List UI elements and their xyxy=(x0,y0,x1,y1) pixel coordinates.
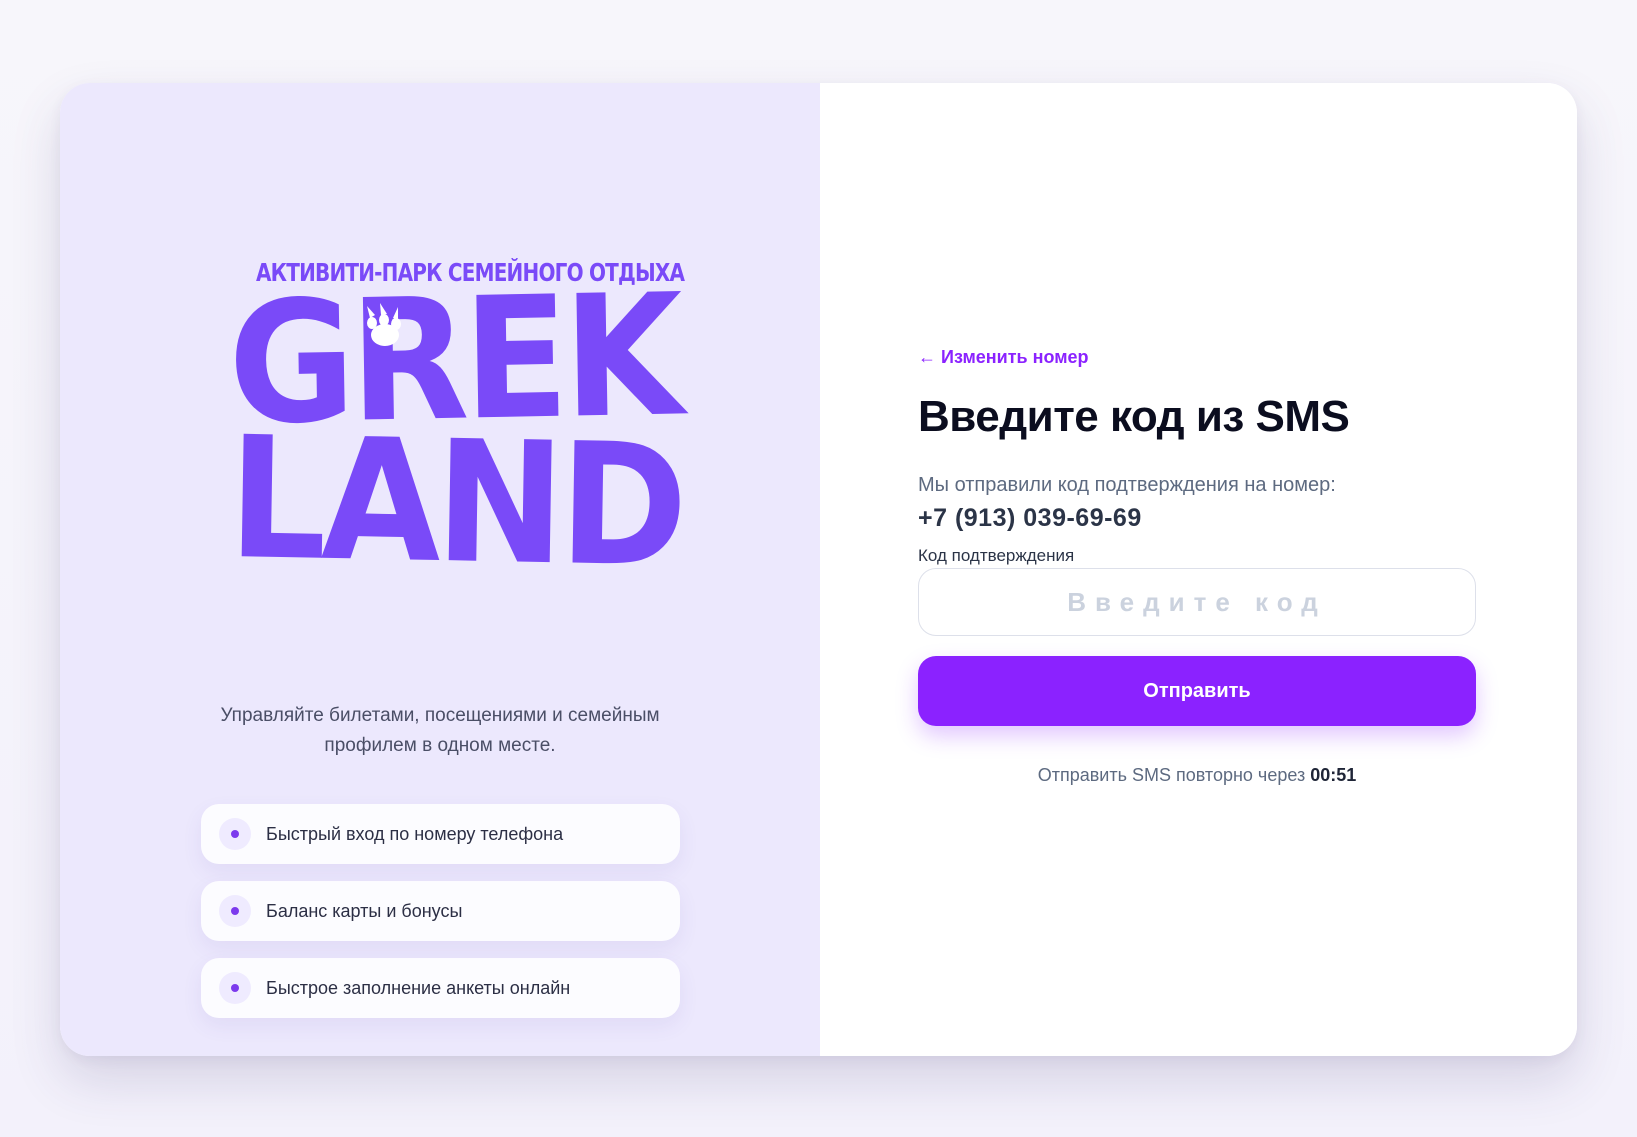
feature-item: Быстрое заполнение анкеты онлайн xyxy=(201,958,680,1018)
form-panel: ← Изменить номер Введите код из SMS Мы о… xyxy=(820,83,1577,1056)
submit-button[interactable]: Отправить xyxy=(918,656,1476,726)
code-sent-message: Мы отправили код подтверждения на номер: xyxy=(918,474,1336,496)
grekland-logo: АКТИВИТИ-ПАРК СЕМЕЙНОГО ОТДЫХА GREK LAND xyxy=(210,258,685,605)
resend-sms-text: Отправить SMS повторно через 00:51 xyxy=(918,765,1476,786)
auth-card: АКТИВИТИ-ПАРК СЕМЕЙНОГО ОТДЫХА GREK LAND… xyxy=(60,83,1577,1056)
bullet-dot-icon xyxy=(219,972,251,1004)
feature-label: Быстрый вход по номеру телефона xyxy=(266,823,564,844)
feature-item: Баланс карты и бонусы xyxy=(201,881,680,941)
bullet-dot-icon xyxy=(219,818,251,850)
bullet-dot-icon xyxy=(219,895,251,927)
code-field-label: Код подтверждения xyxy=(918,546,1075,565)
resend-timer: 00:51 xyxy=(1310,765,1357,785)
code-input[interactable] xyxy=(918,568,1476,636)
brand-description: Управляйте билетами, посещениями и семей… xyxy=(220,705,660,756)
phone-number: +7 (913) 039-69-69 xyxy=(918,504,1142,532)
logo-word-land: LAND xyxy=(226,400,684,605)
page-title: Введите код из SMS xyxy=(918,392,1350,441)
resend-label: Отправить SMS повторно через xyxy=(1037,765,1306,785)
change-number-link[interactable]: ← Изменить номер xyxy=(918,347,1089,368)
feature-label: Баланс карты и бонусы xyxy=(266,900,463,921)
feature-label: Быстрое заполнение анкеты онлайн xyxy=(266,977,571,998)
paw-print-icon xyxy=(367,303,401,346)
feature-item: Быстрый вход по номеру телефона xyxy=(201,804,680,864)
brand-panel: АКТИВИТИ-ПАРК СЕМЕЙНОГО ОТДЫХА GREK LAND… xyxy=(60,83,820,1056)
